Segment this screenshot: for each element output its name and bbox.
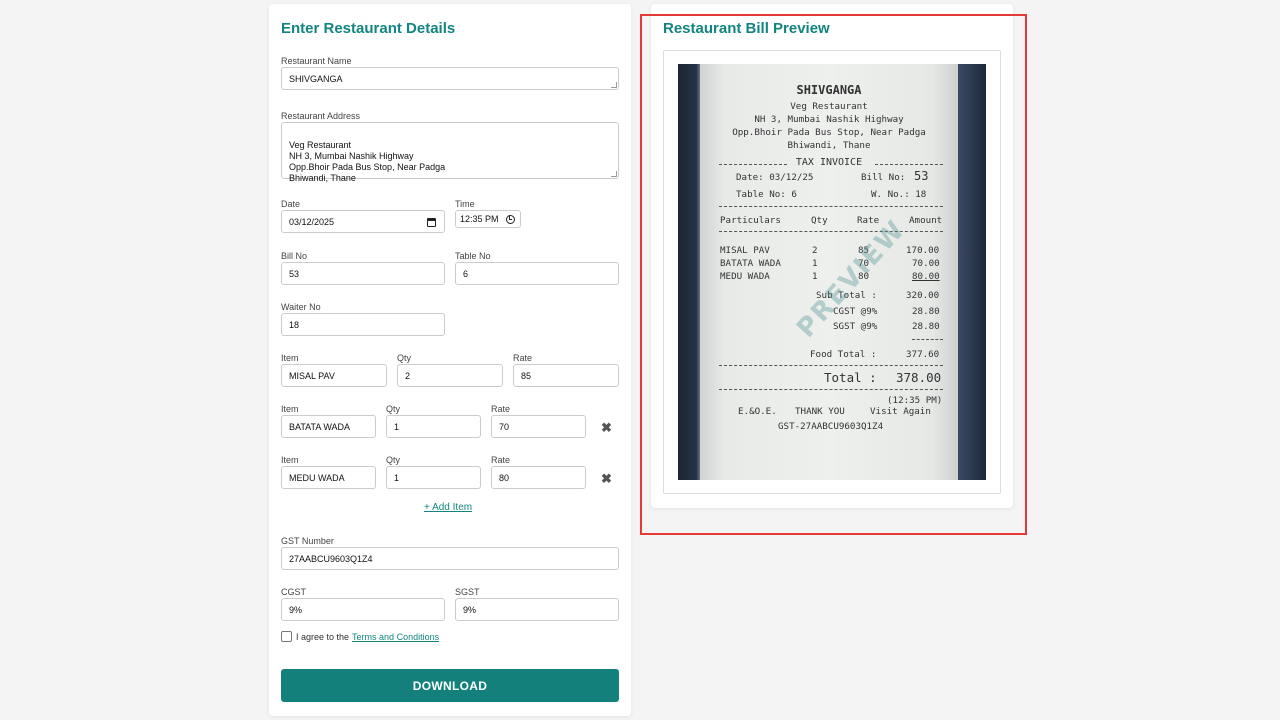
gst-number-label: GST Number — [281, 536, 334, 546]
resize-grip-icon[interactable] — [611, 171, 617, 177]
restaurant-address-label: Restaurant Address — [281, 111, 361, 121]
cgst-label: CGST — [281, 587, 307, 597]
download-button[interactable]: DOWNLOAD — [281, 669, 619, 702]
rate-label: Rate — [491, 455, 511, 465]
remove-item-icon[interactable]: ✖ — [601, 471, 612, 487]
time-label: Time — [455, 199, 475, 209]
table-no-value: 6 — [463, 268, 469, 279]
clock-icon[interactable] — [506, 215, 515, 224]
terms-agreement: I agree to the Terms and Conditions — [281, 631, 439, 642]
sgst-value: 9% — [463, 604, 477, 615]
bill-no-input[interactable]: 53 — [281, 262, 445, 285]
table-no-label: Table No — [455, 251, 491, 261]
qty-label: Qty — [386, 404, 401, 414]
item-label: Item — [281, 353, 299, 363]
item-name-input[interactable]: MEDU WADA — [281, 466, 376, 489]
item-rate-input[interactable]: 70 — [491, 415, 586, 438]
gst-number-value: 27AABCU9603Q1Z4 — [289, 553, 373, 564]
date-label: Date — [281, 199, 301, 209]
item-name-value: BATATA WADA — [289, 421, 351, 432]
waiter-no-label: Waiter No — [281, 302, 321, 312]
date-value: 03/12/2025 — [289, 216, 335, 227]
highlight-box — [640, 14, 1027, 535]
terms-link[interactable]: Terms and Conditions — [352, 632, 439, 642]
agree-text: I agree to the — [296, 631, 350, 642]
calendar-icon[interactable] — [427, 218, 436, 227]
restaurant-name-label: Restaurant Name — [281, 56, 352, 66]
rate-label: Rate — [513, 353, 533, 363]
item-label: Item — [281, 455, 299, 465]
item-rate-input[interactable]: 80 — [491, 466, 586, 489]
qty-label: Qty — [397, 353, 412, 363]
terms-checkbox[interactable] — [281, 631, 292, 642]
remove-item-icon[interactable]: ✖ — [601, 420, 612, 436]
item-name-input[interactable]: BATATA WADA — [281, 415, 376, 438]
item-rate-value: 85 — [521, 370, 532, 381]
item-qty-input[interactable]: 1 — [386, 415, 481, 438]
restaurant-name-value: SHIVGANGA — [289, 73, 343, 84]
cgst-input[interactable]: 9% — [281, 598, 445, 621]
restaurant-form: Enter Restaurant Details Restaurant Name… — [269, 4, 631, 716]
table-no-input[interactable]: 6 — [455, 262, 619, 285]
item-qty-value: 1 — [394, 421, 400, 432]
date-input[interactable]: 03/12/2025 — [281, 210, 445, 233]
item-name-value: MISAL PAV — [289, 370, 335, 381]
gst-number-input[interactable]: 27AABCU9603Q1Z4 — [281, 547, 619, 570]
qty-label: Qty — [386, 455, 401, 465]
item-qty-value: 1 — [394, 472, 400, 483]
item-rate-value: 80 — [499, 472, 510, 483]
waiter-no-value: 18 — [289, 319, 300, 330]
time-value: 12:35 PM — [460, 214, 499, 224]
restaurant-address-input[interactable]: Veg Restaurant NH 3, Mumbai Nashik Highw… — [281, 122, 619, 183]
add-item-link[interactable]: + Add Item — [424, 502, 472, 513]
restaurant-name-input[interactable]: SHIVGANGA — [281, 67, 619, 90]
cgst-value: 9% — [289, 604, 303, 615]
item-name-input[interactable]: MISAL PAV — [281, 364, 387, 387]
item-rate-input[interactable]: 85 — [513, 364, 619, 387]
sgst-label: SGST — [455, 587, 480, 597]
waiter-no-input[interactable]: 18 — [281, 313, 445, 336]
rate-label: Rate — [491, 404, 511, 414]
restaurant-address-value: Veg Restaurant NH 3, Mumbai Nashik Highw… — [289, 140, 446, 183]
item-rate-value: 70 — [499, 421, 510, 432]
item-qty-input[interactable]: 1 — [386, 466, 481, 489]
item-name-value: MEDU WADA — [289, 472, 345, 483]
bill-no-value: 53 — [289, 268, 300, 279]
item-qty-input[interactable]: 2 — [397, 364, 503, 387]
bill-no-label: Bill No — [281, 251, 308, 261]
time-input[interactable]: 12:35 PM — [455, 210, 521, 228]
form-title: Enter Restaurant Details — [281, 20, 456, 37]
sgst-input[interactable]: 9% — [455, 598, 619, 621]
item-qty-value: 2 — [405, 370, 411, 381]
item-label: Item — [281, 404, 299, 414]
resize-grip-icon[interactable] — [611, 82, 617, 88]
